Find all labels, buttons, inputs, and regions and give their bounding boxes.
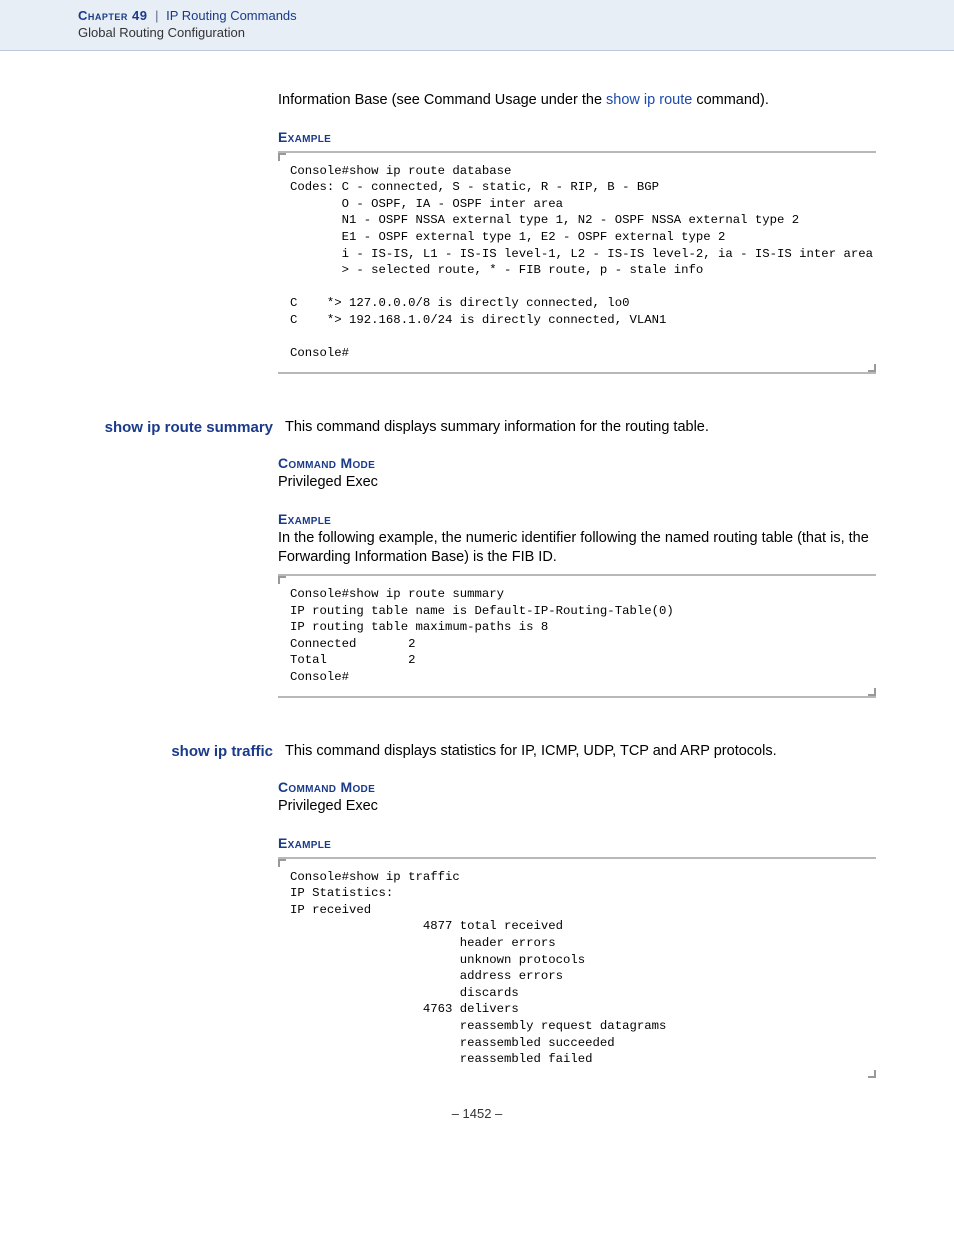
- page-number: – 1452 –: [78, 1106, 876, 1121]
- command-mode-heading-1: Command Mode: [278, 455, 876, 471]
- command-name-traffic: show ip traffic: [78, 742, 285, 762]
- command-mode-value-1: Privileged Exec: [278, 473, 876, 493]
- command-mode-value-2: Privileged Exec: [278, 797, 876, 817]
- command-row-traffic: show ip traffic This command displays st…: [78, 742, 876, 762]
- command-name-summary: show ip route summary: [78, 418, 285, 438]
- chapter-subheader: Global Routing Configuration: [78, 25, 954, 40]
- command-mode-heading-2: Command Mode: [278, 779, 876, 795]
- page-body: Information Base (see Command Usage unde…: [0, 51, 954, 1141]
- chapter-title: IP Routing Commands: [166, 8, 297, 23]
- example-heading-1: Example: [278, 129, 876, 145]
- intro-post: command).: [692, 92, 769, 108]
- command-row-summary: show ip route summary This command displ…: [78, 418, 876, 438]
- chapter-label: Chapter 49: [78, 8, 147, 23]
- example-heading-3: Example: [278, 835, 876, 851]
- intro-paragraph: Information Base (see Command Usage unde…: [278, 91, 876, 111]
- intro-pre: Information Base (see Command Usage unde…: [278, 92, 606, 108]
- show-ip-route-link[interactable]: show ip route: [606, 92, 692, 108]
- code-block-database: Console#show ip route database Codes: C …: [278, 151, 876, 374]
- chapter-separator: |: [155, 8, 158, 23]
- page-header: Chapter 49 | IP Routing Commands Global …: [0, 0, 954, 51]
- command-desc-traffic: This command displays statistics for IP,…: [285, 742, 876, 762]
- example-heading-2: Example: [278, 511, 876, 527]
- code-block-traffic: Console#show ip traffic IP Statistics: I…: [278, 857, 876, 1078]
- code-block-summary: Console#show ip route summary IP routing…: [278, 574, 876, 698]
- command-desc-summary: This command displays summary informatio…: [285, 418, 876, 438]
- example-text-summary: In the following example, the numeric id…: [278, 529, 876, 568]
- chapter-line: Chapter 49 | IP Routing Commands: [78, 8, 954, 23]
